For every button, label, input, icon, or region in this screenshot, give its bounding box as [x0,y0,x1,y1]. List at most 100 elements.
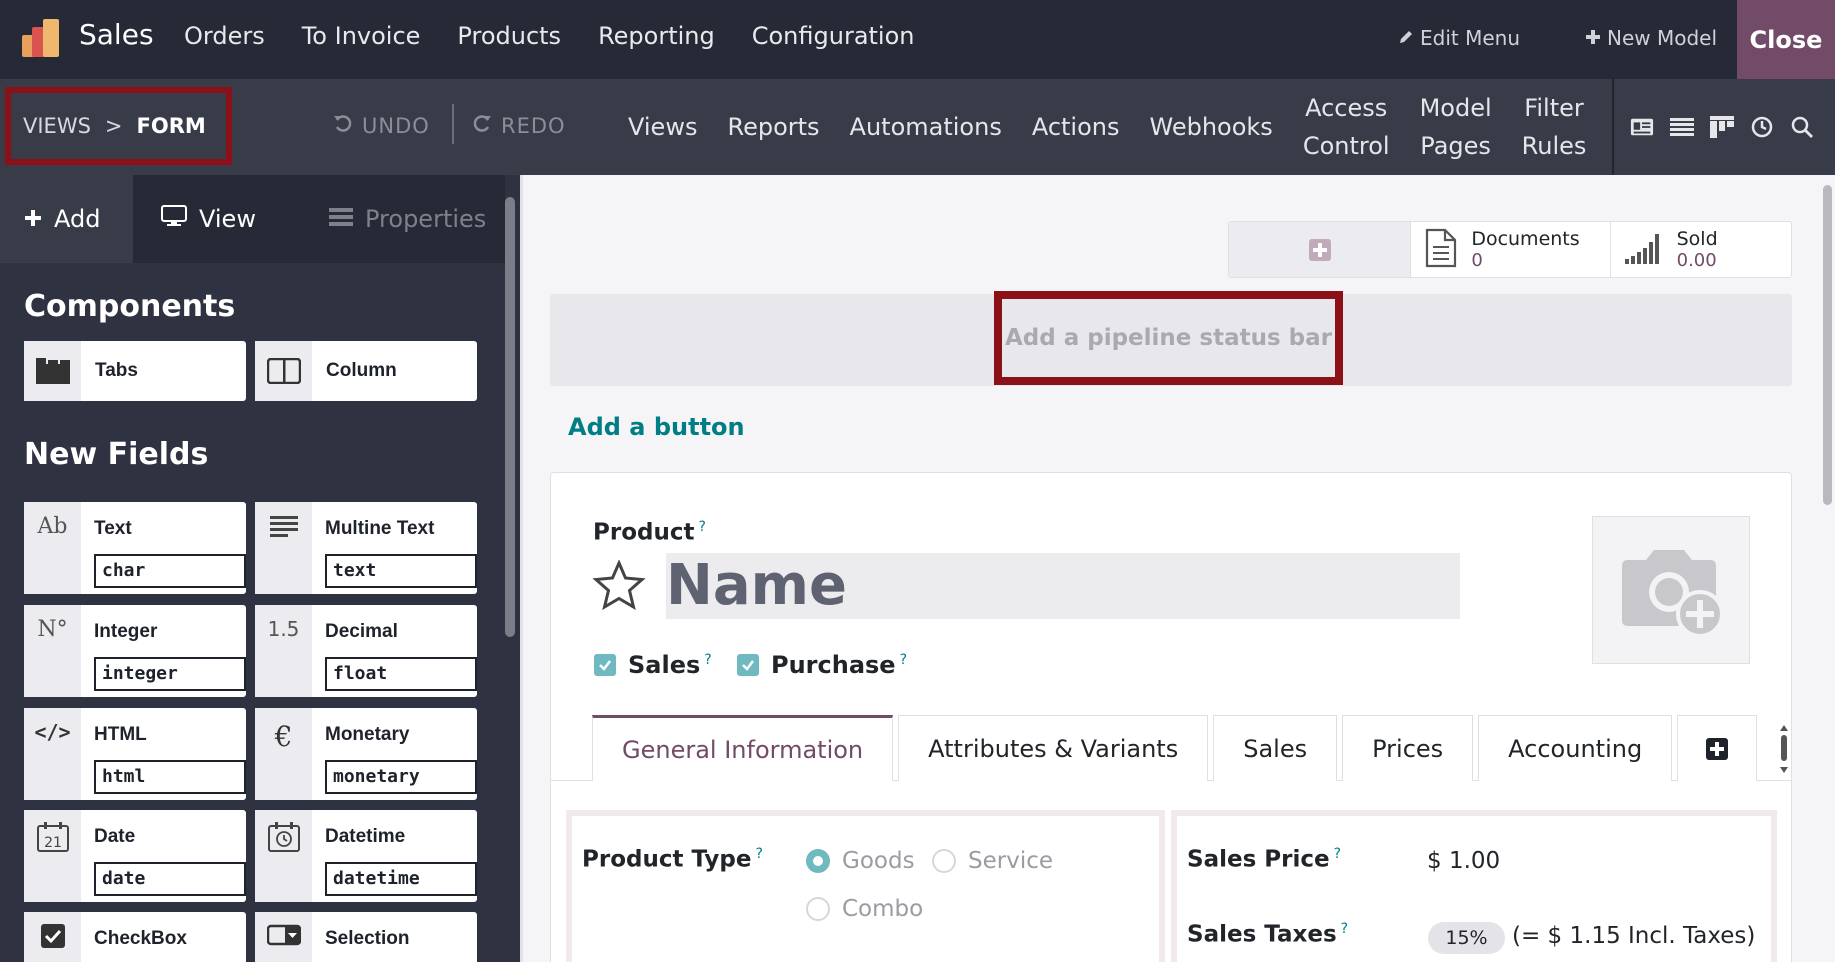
nav-filter-rules[interactable]: Filter Rules [1522,89,1587,165]
tab-properties[interactable]: Properties [309,175,505,263]
radio-service-label: Service [968,848,1054,874]
menu-configuration[interactable]: Configuration [752,22,915,50]
signal-bars-icon [1624,231,1663,269]
field-multiline-label: Multine Text [325,518,435,539]
component-tabs[interactable]: Tabs [24,341,246,401]
field-decimal-type: float [325,657,477,691]
html-icon: </> [24,708,81,800]
field-decimal[interactable]: 1.5 Decimal float [255,605,477,697]
list-view-icon[interactable] [1670,115,1694,139]
undo-icon [332,112,354,139]
close-button[interactable]: Close [1737,0,1835,79]
field-monetary[interactable]: € Monetary monetary [255,708,477,800]
tax-badge[interactable]: 15% [1428,922,1505,954]
tab-attributes-variants[interactable]: Attributes & Variants [898,715,1209,781]
radio-goods[interactable]: Goods [806,848,915,874]
column-icon [255,341,312,401]
radio-service[interactable]: Service [932,848,1053,874]
nav-model-pages[interactable]: Model Pages [1420,89,1492,165]
product-image-upload[interactable] [1592,516,1750,664]
sales-taxes-label: Sales Taxes? [1187,921,1348,948]
add-pipeline-statusbar-button[interactable]: Add a pipeline status bar [994,291,1343,385]
field-date-label: Date [94,826,136,847]
form-notebook-tabs: General Information Attributes & Variant… [592,715,1758,781]
favorite-star-icon[interactable] [592,559,646,614]
nav-views[interactable]: Views [628,108,697,146]
radio-combo[interactable]: Combo [806,896,923,922]
tab-view[interactable]: View [133,175,309,263]
euro-icon: € [255,708,312,800]
tab-properties-label: Properties [365,205,487,233]
activity-view-icon[interactable] [1750,115,1774,139]
tabs-scrollbar[interactable] [1780,725,1788,773]
documents-smart-button[interactable]: Documents 0 [1410,222,1609,277]
redo-button[interactable]: REDO [471,112,566,139]
sales-price-value[interactable]: $ 1.00 [1427,848,1500,874]
field-checkbox-label: CheckBox [94,928,187,949]
field-html[interactable]: </> HTML html [24,708,246,800]
sold-smart-button[interactable]: Sold 0.00 [1609,222,1791,277]
nav-access-control[interactable]: Access Control [1303,89,1390,165]
field-selection[interactable]: Selection [255,912,477,962]
undo-button[interactable]: UNDO [332,112,430,139]
tab-sales[interactable]: Sales [1213,715,1338,781]
tab-add-label: Add [54,205,101,233]
new-model-label: New Model [1607,26,1718,50]
tab-general-information[interactable]: General Information [592,715,894,781]
help-tooltip-icon[interactable]: ? [900,652,907,668]
check-icon [24,912,81,962]
tab-accounting[interactable]: Accounting [1478,715,1673,781]
nav-automations[interactable]: Automations [850,108,1002,146]
search-view-icon[interactable] [1790,115,1814,139]
add-button-link[interactable]: Add a button [568,413,745,441]
app-title[interactable]: Sales [79,18,154,51]
menu-reporting[interactable]: Reporting [598,22,715,50]
nav-reports[interactable]: Reports [727,108,819,146]
sidebar-tabs: Add View Properties [0,175,505,263]
form-view-icon[interactable] [1630,115,1654,139]
edit-menu-button[interactable]: Edit Menu [1398,26,1520,50]
breadcrumb-views[interactable]: VIEWS [23,114,91,138]
purchase-checkbox[interactable]: Purchase? [737,651,907,679]
field-html-type: html [94,760,246,794]
tab-add[interactable]: Add [0,175,133,263]
sales-taxes-incl: (= $ 1.15 Incl. Taxes) [1512,923,1756,949]
tab-prices[interactable]: Prices [1342,715,1474,781]
field-text[interactable]: Ab Text char [24,502,246,594]
field-multiline-type: text [325,554,477,588]
app-logo-icon[interactable] [22,19,62,59]
sales-checkbox-label-text: Sales [628,651,701,679]
field-multiline-text[interactable]: Multine Text text [255,502,477,594]
menu-orders[interactable]: Orders [184,22,265,50]
new-model-button[interactable]: New Model [1585,26,1717,50]
help-tooltip-icon[interactable]: ? [704,652,711,668]
radio-selected-icon [806,849,830,873]
field-checkbox[interactable]: CheckBox [24,912,246,962]
menu-to-invoice[interactable]: To Invoice [302,22,421,50]
nav-actions[interactable]: Actions [1032,108,1120,146]
nav-model-pages-line2: Pages [1420,132,1491,160]
calendar-day-text: 21 [44,835,62,851]
add-tab-button[interactable] [1677,715,1758,781]
field-integer[interactable]: N° Integer integer [24,605,246,697]
sidebar-scrollbar[interactable] [505,197,515,637]
field-integer-label: Integer [94,621,158,642]
help-tooltip-icon[interactable]: ? [1341,921,1348,937]
field-datetime-label: Datetime [325,826,406,847]
form-scrollbar[interactable] [1823,185,1832,505]
add-smart-button[interactable] [1229,222,1411,277]
help-tooltip-icon[interactable]: ? [698,519,705,535]
nav-webhooks[interactable]: Webhooks [1150,108,1273,146]
component-column[interactable]: Column [255,341,477,401]
product-name-input[interactable]: Name [666,553,1460,619]
tabs-icon [24,341,81,401]
kanban-view-icon[interactable] [1710,115,1734,139]
help-tooltip-icon[interactable]: ? [1334,846,1341,862]
field-date[interactable]: 21 Date date [24,810,246,902]
breadcrumb-separator: > [104,114,123,138]
help-tooltip-icon[interactable]: ? [756,846,763,862]
field-datetime[interactable]: Datetime datetime [255,810,477,902]
documents-title: Documents [1471,227,1580,250]
menu-products[interactable]: Products [457,22,561,50]
sales-checkbox[interactable]: Sales? [594,651,712,679]
